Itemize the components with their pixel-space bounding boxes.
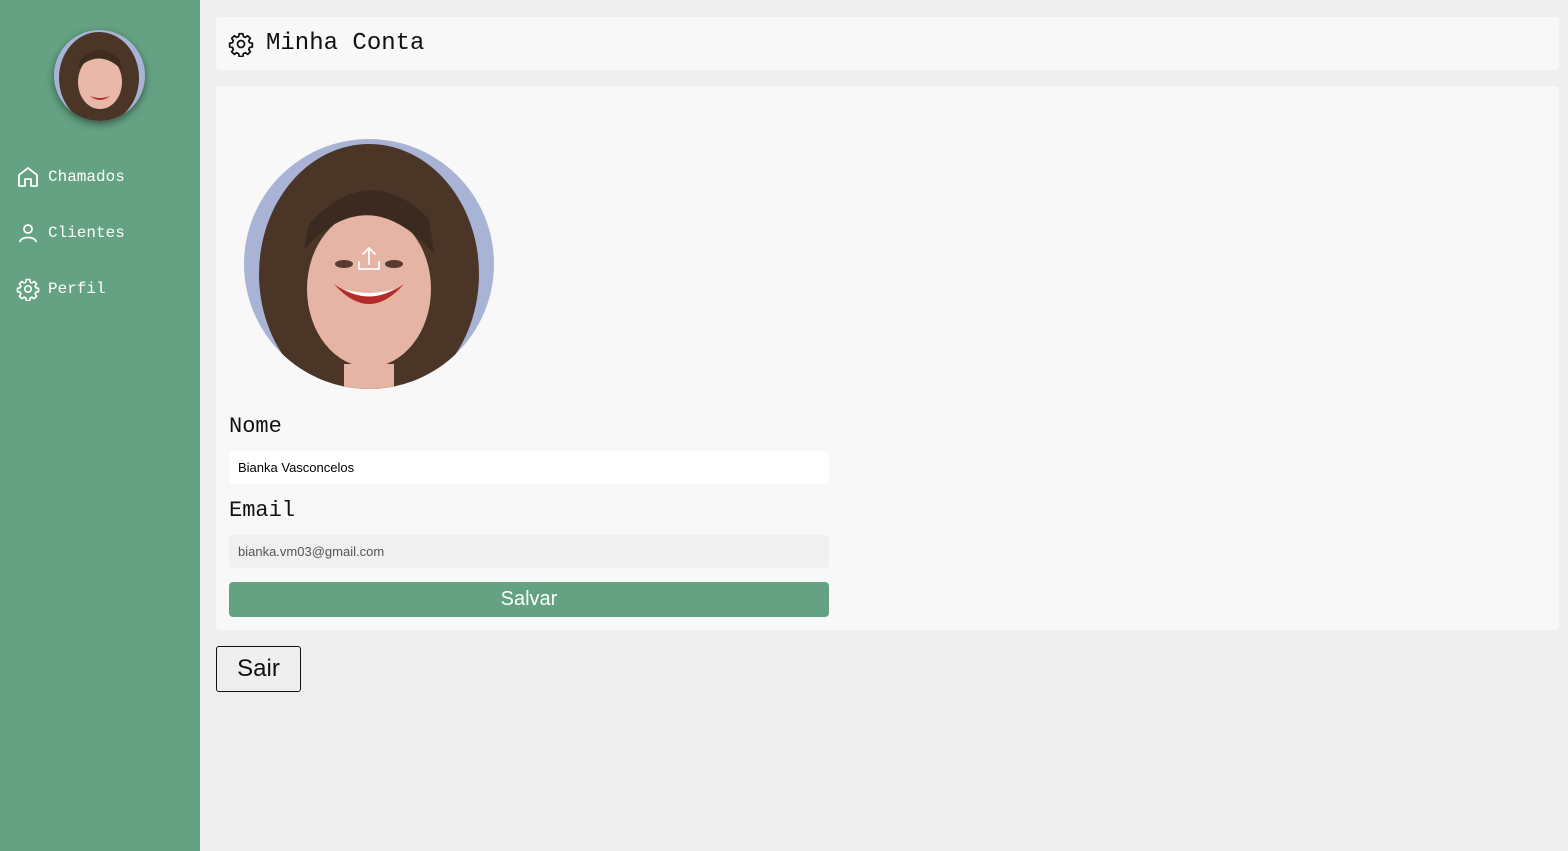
user-icon: [16, 221, 40, 245]
avatar-upload[interactable]: [244, 139, 494, 389]
name-label: Nome: [229, 414, 282, 439]
page-title: Minha Conta: [266, 30, 425, 57]
sidebar-item-label: Perfil: [48, 280, 106, 298]
sidebar-item-chamados[interactable]: Chamados: [16, 163, 125, 191]
logout-button[interactable]: Sair: [216, 646, 301, 692]
email-label: Email: [229, 498, 296, 523]
save-button[interactable]: Salvar: [229, 582, 829, 617]
sidebar-item-label: Chamados: [48, 168, 125, 186]
page-header: Minha Conta: [216, 17, 1559, 70]
gear-icon: [16, 277, 40, 301]
home-icon: [16, 165, 40, 189]
sidebar-item-perfil[interactable]: Perfil: [16, 275, 106, 303]
gear-icon: [228, 31, 254, 57]
email-field: [229, 535, 829, 568]
sidebar: Chamados Clientes Perfil: [0, 0, 200, 851]
profile-panel: Nome Email Salvar: [216, 86, 1559, 630]
sidebar-avatar: [54, 30, 145, 121]
name-field[interactable]: [229, 451, 829, 484]
sidebar-item-clientes[interactable]: Clientes: [16, 219, 125, 247]
upload-icon: [358, 247, 380, 270]
sidebar-item-label: Clientes: [48, 224, 125, 242]
